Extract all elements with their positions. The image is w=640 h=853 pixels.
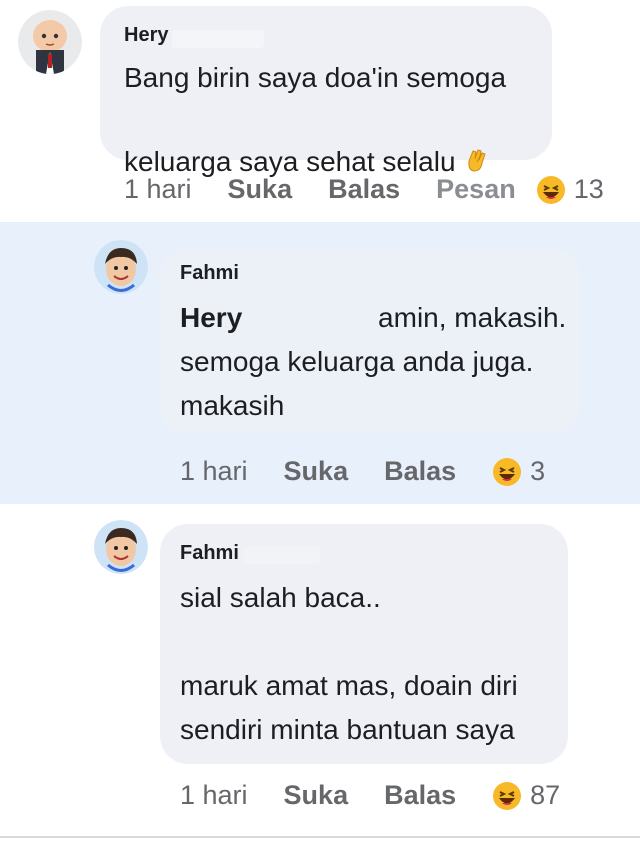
reaction-count: 87 [530, 780, 561, 810]
reply-button[interactable]: Balas [384, 780, 456, 811]
redacted-name [244, 266, 314, 284]
comment-time[interactable]: 1 hari [124, 174, 192, 205]
comment-text: sial salah baca.. maruk amat mas, doain … [180, 582, 518, 745]
reaction-summary[interactable]: 13 [536, 174, 604, 205]
mention-link[interactable]: Hery [180, 302, 242, 333]
avatar[interactable] [94, 240, 148, 294]
like-button[interactable]: Suka [228, 174, 293, 205]
reaction-summary[interactable]: 87 [492, 780, 560, 811]
comment-author[interactable]: Hery [124, 24, 168, 47]
laughing-face-icon [492, 457, 522, 487]
laughing-face-icon [492, 781, 522, 811]
comment-author[interactable]: Fahmi [180, 262, 239, 285]
divider [0, 836, 640, 838]
avatar[interactable] [94, 520, 148, 574]
reaction-count: 13 [573, 174, 604, 204]
comment-actions: 1 hari Suka Balas 3 [180, 456, 545, 487]
reaction-summary[interactable]: 3 [492, 456, 545, 487]
laughing-face-icon [536, 175, 566, 205]
redacted-mention [242, 309, 371, 330]
comment-text: Bang birin saya doa'in semoga keluarga s… [124, 62, 507, 177]
message-button[interactable]: Pesan [436, 174, 516, 205]
comment-time[interactable]: 1 hari [180, 456, 248, 487]
comment-actions: 1 hari Suka Balas Pesan 13 [124, 174, 604, 205]
comment-actions: 1 hari Suka Balas 87 [180, 780, 560, 811]
reply-button[interactable]: Balas [328, 174, 400, 205]
like-button[interactable]: Suka [284, 780, 349, 811]
like-button[interactable]: Suka [284, 456, 349, 487]
redacted-name [244, 546, 320, 564]
redacted-name [172, 30, 264, 48]
comment-author[interactable]: Fahmi [180, 542, 239, 565]
avatar[interactable] [18, 10, 82, 74]
comment-text: Hery amin, makasih. semoga keluarga anda… [180, 302, 567, 421]
comment-time[interactable]: 1 hari [180, 780, 248, 811]
reaction-count: 3 [530, 456, 546, 486]
clapping-hands-icon [463, 100, 493, 172]
reply-button[interactable]: Balas [384, 456, 456, 487]
